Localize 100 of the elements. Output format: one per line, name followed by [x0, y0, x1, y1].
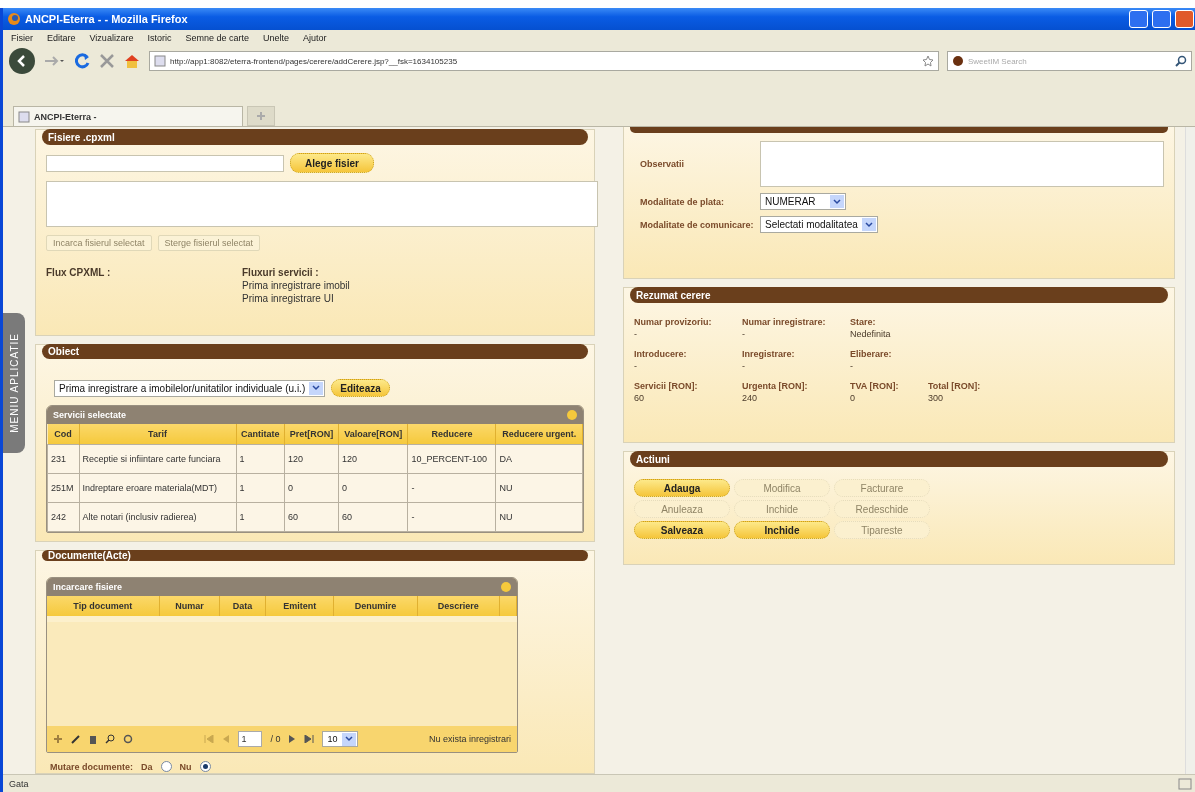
- plus-icon: [257, 112, 265, 120]
- next-page-icon[interactable]: [288, 735, 297, 743]
- maximize-button[interactable]: [1152, 10, 1171, 28]
- column-header[interactable]: Numar: [159, 596, 220, 616]
- scrollbar[interactable]: [1185, 127, 1195, 774]
- summary-label: Numar inregistrare:: [742, 317, 827, 327]
- column-header[interactable]: Cod: [47, 424, 79, 445]
- records-status: Nu exista inregistrari: [428, 734, 511, 744]
- grid-title: Incarcare fisiere: [53, 582, 123, 592]
- payment-select[interactable]: NUMERAR: [760, 193, 846, 210]
- address-field[interactable]: http://app1:8082/eterra-frontend/pages/cerere/addCerere.jsp?__fsk=1634105235: [149, 51, 939, 71]
- choose-file-button[interactable]: Alege fisier: [290, 153, 374, 173]
- search-engine-icon[interactable]: [952, 55, 964, 67]
- search-icon[interactable]: [1175, 55, 1187, 67]
- menu-item[interactable]: Editare: [47, 33, 76, 43]
- page-total: / 0: [270, 734, 281, 744]
- payment-label: Modalitate de plata:: [640, 196, 725, 207]
- observations-field[interactable]: [759, 141, 1164, 187]
- object-select[interactable]: Prima inregistrare a imobilelor/unitatilor individuale (u.i.): [54, 379, 326, 397]
- file-path-field[interactable]: [46, 154, 284, 172]
- table-cell: 231: [47, 444, 79, 474]
- service-flows-label: Fluxuri servicii :: [242, 267, 320, 278]
- window-title: ANCPI-Eterra - - Mozilla Firefox: [25, 13, 189, 25]
- action-button[interactable]: Inchide: [734, 521, 830, 539]
- column-header[interactable]: Tarif: [79, 424, 236, 445]
- last-page-icon[interactable]: [304, 735, 315, 743]
- column-header[interactable]: Cantitate: [236, 424, 285, 445]
- page-size-select[interactable]: 10: [322, 731, 358, 747]
- star-icon[interactable]: [922, 55, 934, 67]
- service-flow-text: Prima inregistrare UI: [242, 293, 335, 304]
- flux-cpxml-label: Flux CPXML :: [46, 267, 112, 278]
- column-header[interactable]: Valoare[RON]: [338, 424, 408, 445]
- column-header[interactable]: Emitent: [265, 596, 334, 616]
- table-cell: 60: [338, 502, 408, 532]
- summary-value: 60: [634, 393, 645, 403]
- page-icon: [18, 110, 30, 123]
- page-icon: [154, 55, 166, 67]
- menu-item[interactable]: Unelte: [262, 33, 289, 43]
- action-button[interactable]: Adauga: [634, 479, 730, 497]
- radio-button[interactable]: [160, 761, 172, 772]
- table-cell: 242: [47, 502, 79, 532]
- edit-button[interactable]: Editeaza: [331, 379, 390, 397]
- move-documents-label: Mutare documente:: [50, 761, 133, 772]
- column-header[interactable]: Denumire: [333, 596, 418, 616]
- add-icon[interactable]: [53, 734, 63, 744]
- section-header: Actiuni: [630, 451, 1168, 467]
- table-cell: 1: [236, 444, 285, 474]
- action-button[interactable]: Salveaza: [634, 521, 730, 539]
- communication-select[interactable]: Selectati modalitatea: [760, 216, 878, 233]
- summary-label: TVA [RON]:: [850, 381, 900, 391]
- summary-value: -: [850, 361, 854, 371]
- table-cell: DA: [496, 444, 583, 474]
- summary-value: -: [742, 361, 746, 371]
- search-icon[interactable]: [105, 734, 115, 744]
- summary-label: Total [RON]:: [928, 381, 982, 391]
- pencil-icon[interactable]: [71, 734, 81, 744]
- section-header: Rezumat cerere: [630, 287, 1168, 303]
- home-icon[interactable]: [123, 53, 141, 69]
- close-button[interactable]: [1175, 10, 1194, 28]
- summary-value: -: [634, 329, 638, 339]
- table-cell: 120: [284, 444, 339, 474]
- column-header[interactable]: Data: [219, 596, 266, 616]
- table-cell: 251M: [47, 473, 79, 503]
- column-header[interactable]: Reducere urgent.: [496, 424, 583, 445]
- stop-icon[interactable]: [99, 53, 115, 69]
- menu-item[interactable]: Fisier: [11, 33, 33, 43]
- summary-label: Eliberare:: [850, 349, 893, 359]
- menu-item[interactable]: Semne de carte: [185, 33, 249, 43]
- summary-label: Inregistrare:: [742, 349, 796, 359]
- trash-icon[interactable]: [89, 734, 97, 744]
- summary-label: Stare:: [850, 317, 877, 327]
- table-cell: 60: [284, 502, 339, 532]
- radio-label: Nu: [179, 761, 192, 772]
- menu-item[interactable]: Vizualizare: [89, 33, 134, 43]
- summary-label: Servicii [RON]:: [634, 381, 699, 391]
- minimize-button[interactable]: [1129, 10, 1148, 28]
- section-header: Documente(Acte): [42, 550, 588, 561]
- observations-label: Observatii: [640, 159, 686, 169]
- browser-logo-icon: [7, 12, 21, 26]
- table-cell: NU: [496, 502, 583, 532]
- summary-label: Numar provizoriu:: [634, 317, 713, 327]
- status-text: Gata: [9, 778, 29, 789]
- page-field[interactable]: 1: [238, 731, 263, 747]
- menu-item[interactable]: Ajutor: [302, 33, 327, 43]
- column-header[interactable]: Reducere: [407, 424, 496, 445]
- table-cell: 0: [338, 473, 408, 503]
- column-header[interactable]: Tip document: [47, 596, 159, 616]
- reload-icon[interactable]: [73, 52, 91, 70]
- column-header[interactable]: Descriere: [417, 596, 500, 616]
- table-cell: 10_PERCENT-100: [407, 444, 496, 474]
- section-header: Fisiere .cpxml: [42, 129, 588, 145]
- radio-button[interactable]: [199, 761, 211, 772]
- summary-value: 240: [742, 393, 759, 403]
- back-button[interactable]: [9, 48, 35, 74]
- summary-value: -: [742, 329, 746, 339]
- column-header[interactable]: Pret[RON]: [284, 424, 339, 445]
- browser-tab[interactable]: ANCPI-Eterra -: [13, 106, 243, 126]
- menu-item[interactable]: Istoric: [147, 33, 172, 43]
- side-menu-tab[interactable]: MENIU APLICATIE: [3, 313, 25, 453]
- summary-label: Introducere:: [634, 349, 688, 359]
